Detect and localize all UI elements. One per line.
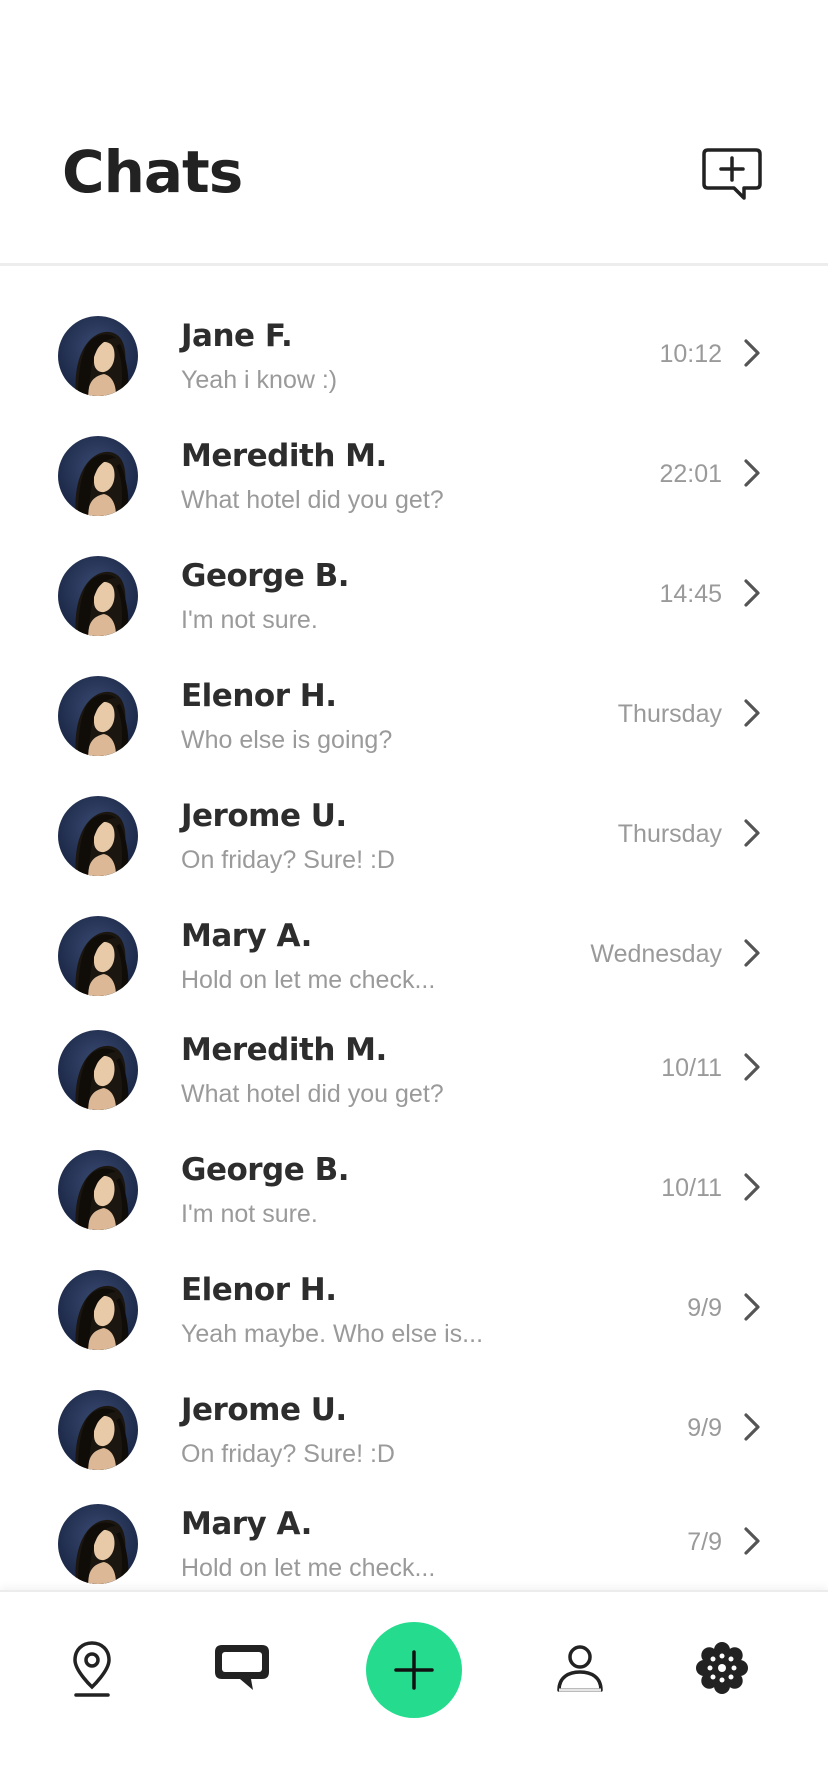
chat-preview: What hotel did you get? [181,486,444,514]
tab-settings[interactable] [692,1638,752,1698]
chevron-right-icon [744,939,760,967]
chat-name: Jerome U. [181,798,347,834]
chat-time: Thursday [617,700,722,728]
avatar [58,556,138,636]
chat-preview: What hotel did you get? [181,1080,444,1108]
avatar-photo [58,1030,138,1110]
chat-preview: Yeah maybe. Who else is... [181,1320,484,1348]
chat-time: 10:12 [659,340,722,368]
map-pin-icon [73,1641,111,1697]
chat-time: 22:01 [659,460,722,488]
chat-row[interactable]: Meredith M. What hotel did you get? 22:0… [0,412,828,532]
chat-row[interactable]: Elenor H. Yeah maybe. Who else is... 9/9 [0,1246,828,1366]
page-title: Chats [62,138,243,206]
new-message-icon [702,148,762,200]
chat-preview: I'm not sure. [181,606,318,634]
avatar [58,436,138,516]
chat-bubble-icon [215,1645,269,1690]
chevron-right-icon [744,1413,760,1441]
avatar [58,916,138,996]
chat-row[interactable]: Mary A. Hold on let me check... 7/9 [0,1480,828,1600]
chat-name: Jerome U. [181,1392,347,1428]
chat-row[interactable]: George B. I'm not sure. 14:45 [0,532,828,652]
chat-name: Meredith M. [181,438,387,474]
chat-name: Mary A. [181,918,312,954]
chat-name: Jane F. [181,318,293,354]
chat-time: Thursday [617,820,722,848]
chat-preview: On friday? Sure! :D [181,846,395,874]
chat-row[interactable]: Jane F. Yeah i know :) 10:12 [0,292,828,412]
avatar [58,1150,138,1230]
avatar [58,1030,138,1110]
chevron-right-icon [744,1053,760,1081]
chat-preview: Who else is going? [181,726,393,754]
avatar-photo [58,1270,138,1350]
avatar [58,316,138,396]
chevron-right-icon [744,819,760,847]
chat-name: Mary A. [181,1506,312,1542]
avatar-photo [58,1504,138,1584]
chat-row[interactable]: Meredith M. What hotel did you get? 10/1… [0,1006,828,1126]
chat-row[interactable]: Jerome U. On friday? Sure! :D Thursday [0,772,828,892]
avatar-photo [58,316,138,396]
add-button[interactable] [366,1622,462,1718]
tab-bar [0,1590,828,1792]
avatar [58,796,138,876]
avatar-photo [58,436,138,516]
chat-preview: Hold on let me check... [181,966,436,994]
chevron-right-icon [744,339,760,367]
chat-row[interactable]: Elenor H. Who else is going? Thursday [0,652,828,772]
avatar [58,1390,138,1470]
chevron-right-icon [744,1293,760,1321]
chat-row[interactable]: George B. I'm not sure. 10/11 [0,1126,828,1246]
avatar-photo [58,916,138,996]
chat-time: 10/11 [661,1174,722,1202]
avatar-photo [58,1150,138,1230]
tab-map[interactable] [62,1636,122,1702]
tab-chats[interactable] [210,1640,274,1696]
avatar-photo [58,556,138,636]
chevron-right-icon [744,579,760,607]
avatar-photo [58,676,138,756]
chevron-right-icon [744,699,760,727]
chat-row[interactable]: Jerome U. On friday? Sure! :D 9/9 [0,1366,828,1480]
chevron-right-icon [744,459,760,487]
chat-list: Jane F. Yeah i know :) 10:12 Meredith M.… [0,292,828,1600]
avatar [58,676,138,756]
header: Chats [0,0,828,266]
avatar-photo [58,1390,138,1470]
chat-time: 9/9 [687,1414,722,1442]
chat-name: Elenor H. [181,678,337,714]
chat-name: Meredith M. [181,1032,387,1068]
chat-time: 9/9 [687,1294,722,1322]
avatar [58,1270,138,1350]
tab-profile[interactable] [552,1640,608,1696]
chat-row[interactable]: Mary A. Hold on let me check... Wednesda… [0,892,828,1006]
chats-screen: Chats Jane F. Yeah i know :) 10:12 Mered… [0,0,828,1792]
new-chat-button[interactable] [700,146,764,204]
chat-preview: Hold on let me check... [181,1554,436,1582]
chat-time: 10/11 [661,1054,722,1082]
chat-name: Elenor H. [181,1272,337,1308]
chevron-right-icon [744,1173,760,1201]
chat-name: George B. [181,558,349,594]
avatar [58,1504,138,1584]
settings-icon [696,1642,748,1694]
chat-time: 14:45 [659,580,722,608]
profile-icon [557,1645,603,1692]
chat-time: Wednesday [590,940,722,968]
chevron-right-icon [744,1527,760,1555]
chat-preview: I'm not sure. [181,1200,318,1228]
chat-name: George B. [181,1152,349,1188]
avatar-photo [58,796,138,876]
plus-icon [394,1650,434,1690]
chat-preview: Yeah i know :) [181,366,338,394]
chat-preview: On friday? Sure! :D [181,1440,395,1468]
chat-time: 7/9 [687,1528,722,1556]
